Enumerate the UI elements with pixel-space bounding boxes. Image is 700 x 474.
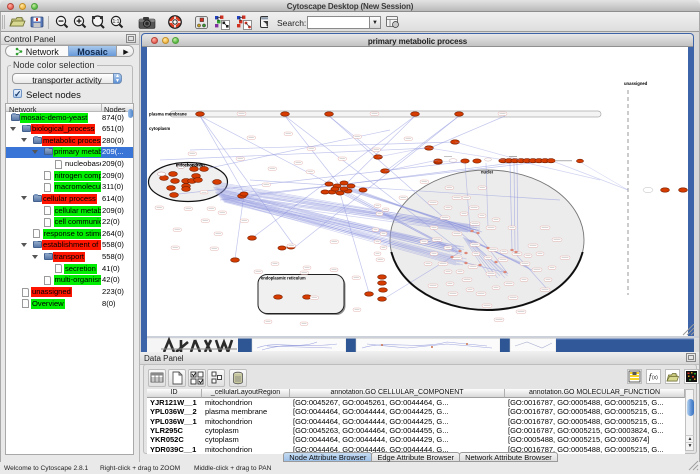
svg-text:mitochondrion: mitochondrion [176, 163, 205, 168]
svg-text:cytoplasm: cytoplasm [149, 126, 170, 131]
svg-text:endoplasmic reticulum: endoplasmic reticulum [261, 276, 306, 281]
svg-text:(x): (x) [652, 375, 658, 381]
svg-text:plasma membrane: plasma membrane [149, 112, 187, 117]
svg-text:nuclei: nuclei [481, 170, 493, 175]
svg-text:1:1: 1:1 [113, 19, 120, 25]
svg-text:unassigned: unassigned [624, 81, 648, 86]
